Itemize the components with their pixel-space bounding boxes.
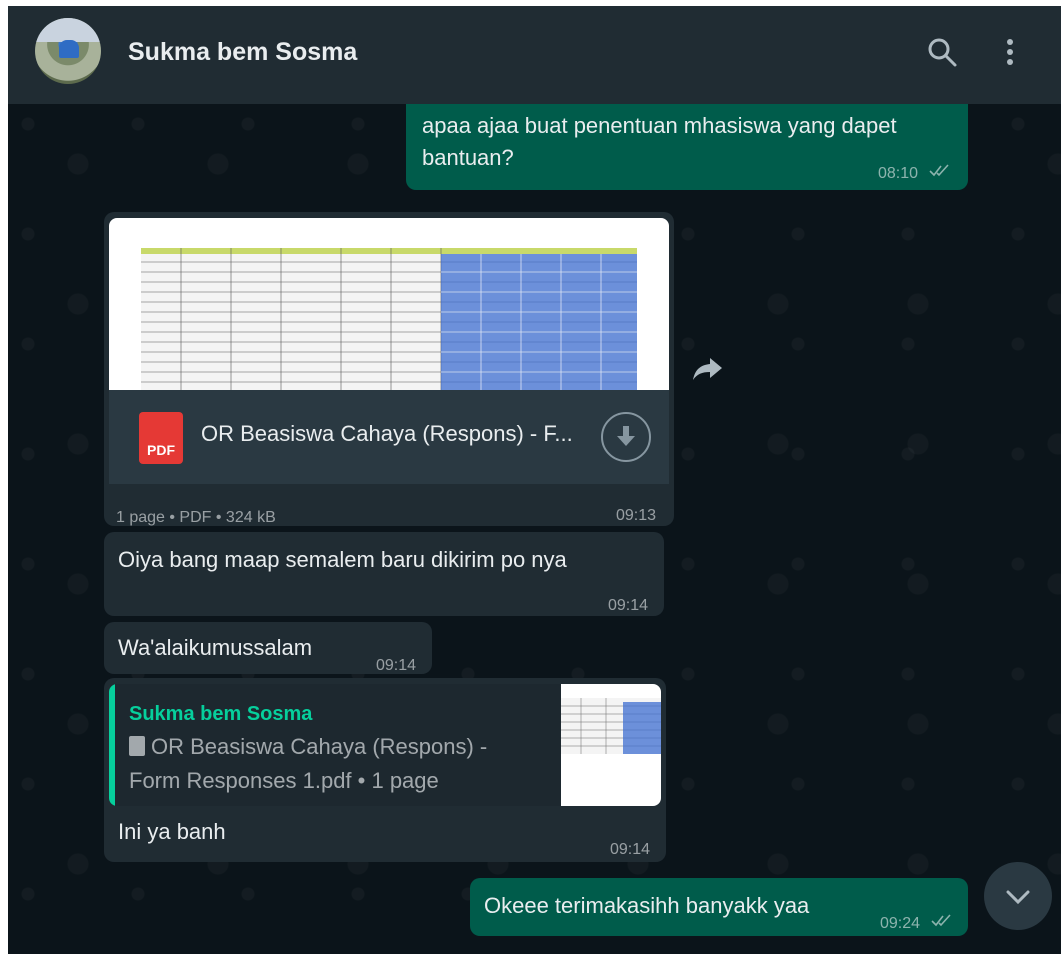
search-button[interactable] <box>922 32 962 72</box>
quoted-text-block: OR Beasiswa Cahaya (Respons) - Form Resp… <box>129 730 539 798</box>
message-incoming[interactable]: Wa'alaikumussalam 09:14 <box>104 622 432 674</box>
message-text: Okeee terimakasihh banyakk yaa <box>484 893 810 918</box>
download-icon <box>617 426 635 446</box>
message-time: 09:14 <box>610 841 651 858</box>
more-vertical-icon <box>1007 39 1013 65</box>
message-text: Wa'alaikumussalam <box>118 635 313 660</box>
message-time: 09:24 <box>880 915 921 932</box>
double-check-icon <box>930 908 954 940</box>
message-text-line: apaa ajaa buat penentuan mhasiswa yang d… <box>422 113 897 138</box>
pdf-icon: PDF <box>139 412 183 464</box>
window-left-edge <box>0 0 8 954</box>
whatsapp-chat-window: Sukma bem Sosma apaa ajaa buat penentuan… <box>8 6 1061 954</box>
document-filename: OR Beasiswa Cahaya (Respons) - F... <box>201 421 573 446</box>
forward-button[interactable] <box>690 350 726 386</box>
contact-name[interactable]: Sukma bem Sosma <box>128 38 357 67</box>
quoted-thumbnail <box>561 684 661 806</box>
search-icon <box>928 38 957 67</box>
message-text: Ini ya banh <box>118 819 226 844</box>
document-info-row[interactable]: PDF OR Beasiswa Cahaya (Respons) - F... <box>109 390 669 484</box>
message-incoming[interactable]: Oiya bang maap semalem baru dikirim po n… <box>104 532 664 616</box>
message-list[interactable]: apaa ajaa buat penentuan mhasiswa yang d… <box>8 94 1061 954</box>
message-time: 08:10 <box>878 165 919 182</box>
pdf-preview-image[interactable] <box>109 218 669 390</box>
avatar-sky <box>35 18 101 42</box>
quoted-message[interactable]: Sukma bem Sosma OR Beasiswa Cahaya (Resp… <box>109 684 661 806</box>
document-meta: 1 page • PDF • 324 kB <box>116 509 276 526</box>
spreadsheet-preview <box>141 248 637 390</box>
message-text-line: bantuan? <box>422 145 514 170</box>
quoted-sender: Sukma bem Sosma <box>129 703 313 725</box>
chat-header: Sukma bem Sosma <box>8 6 1061 104</box>
menu-button[interactable] <box>990 32 1030 72</box>
message-outgoing[interactable]: Okeee terimakasihh banyakk yaa 09:24 <box>470 878 968 936</box>
message-time: 09:13 <box>616 507 657 524</box>
message-incoming-reply[interactable]: Sukma bem Sosma OR Beasiswa Cahaya (Resp… <box>104 678 666 862</box>
forward-icon <box>693 358 722 380</box>
double-check-icon <box>928 158 952 190</box>
scroll-down-button[interactable] <box>984 862 1052 930</box>
pdf-badge: PDF <box>147 442 175 458</box>
message-time: 09:14 <box>608 597 649 614</box>
chevron-down-icon <box>1006 890 1030 905</box>
message-outgoing[interactable]: apaa ajaa buat penentuan mhasiswa yang d… <box>406 94 968 190</box>
quote-accent-bar <box>109 684 115 806</box>
avatar[interactable] <box>35 18 101 84</box>
download-button[interactable] <box>601 412 651 462</box>
quoted-text: OR Beasiswa Cahaya (Respons) - Form Resp… <box>129 734 488 793</box>
avatar-figure <box>59 40 79 58</box>
message-text: Oiya bang maap semalem baru dikirim po n… <box>118 547 567 572</box>
document-icon <box>129 736 145 756</box>
message-incoming-document[interactable]: PDF OR Beasiswa Cahaya (Respons) - F... … <box>104 212 674 526</box>
